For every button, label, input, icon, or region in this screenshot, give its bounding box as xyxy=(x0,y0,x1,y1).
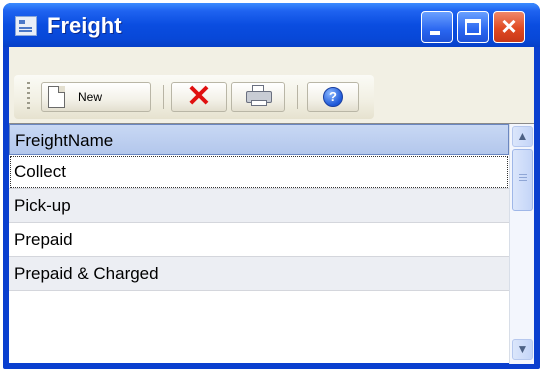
column-header-freightname[interactable]: FreightName xyxy=(9,124,509,155)
help-button[interactable]: ? xyxy=(307,82,359,112)
title-bar[interactable]: Freight × xyxy=(3,3,540,47)
table-row[interactable]: Prepaid & Charged xyxy=(9,257,509,291)
vertical-scrollbar[interactable]: ▲ ▼ xyxy=(509,124,534,364)
new-button-label: New xyxy=(78,90,103,104)
print-button[interactable] xyxy=(231,82,285,112)
toolbar-grip-icon[interactable] xyxy=(27,82,30,112)
delete-icon: ✕ xyxy=(186,80,212,113)
toolbar-separator xyxy=(297,85,298,109)
window-client: New ✕ ? FreightName Collect Pick-up Prep… xyxy=(9,47,534,364)
close-icon: × xyxy=(501,11,517,41)
table-row[interactable]: Pick-up xyxy=(9,189,509,223)
table-row[interactable]: Prepaid xyxy=(9,223,509,257)
printer-icon xyxy=(246,85,272,106)
window-title: Freight xyxy=(47,13,122,38)
new-document-icon xyxy=(48,86,65,108)
help-icon: ? xyxy=(323,87,343,107)
freight-window: Freight × New ✕ ? FreightName Collect Pi… xyxy=(3,3,540,369)
app-icon xyxy=(15,16,37,36)
scroll-thumb[interactable] xyxy=(512,149,533,211)
scroll-down-button[interactable]: ▼ xyxy=(512,339,533,360)
freight-grid[interactable]: FreightName Collect Pick-up Prepaid Prep… xyxy=(9,123,534,364)
toolbar-separator xyxy=(163,85,164,109)
scroll-up-button[interactable]: ▲ xyxy=(512,126,533,147)
maximize-button[interactable] xyxy=(457,11,489,43)
table-row[interactable]: Collect xyxy=(9,155,509,189)
maximize-icon xyxy=(465,19,481,35)
toolbar: New ✕ ? xyxy=(9,47,534,123)
new-button[interactable]: New xyxy=(41,82,151,112)
close-button[interactable]: × xyxy=(493,11,525,43)
delete-button[interactable]: ✕ xyxy=(171,82,227,112)
minimize-icon xyxy=(430,31,440,35)
minimize-button[interactable] xyxy=(421,11,453,43)
